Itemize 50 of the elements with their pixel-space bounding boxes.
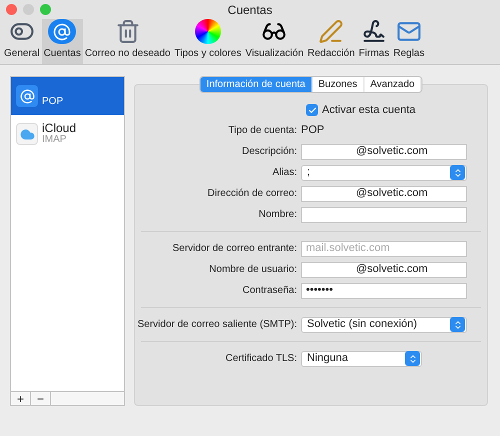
stepper-icon [450, 165, 465, 180]
remove-button[interactable]: − [31, 392, 51, 405]
stepper-icon [450, 317, 465, 332]
add-button[interactable]: + [11, 392, 31, 405]
at-sign-icon [48, 19, 76, 44]
toolbar-tab[interactable]: Correo no deseado [82, 19, 172, 64]
zoom-button[interactable] [40, 4, 51, 15]
checkbox-label: Activar esta cuenta [322, 102, 416, 118]
account-item[interactable]: POP [11, 77, 124, 115]
toolbar-tab[interactable]: Firmas [356, 19, 392, 64]
window-title: Cuentas [228, 2, 272, 18]
select-dropdown[interactable]: Ninguna [301, 350, 422, 366]
account-type-value: POP [301, 123, 324, 138]
input-field[interactable]: @solvetic.com [301, 186, 467, 202]
field-label: Servidor de correo entrante: [171, 242, 298, 256]
field-label: Nombre de usuario: [208, 263, 298, 277]
account-type: POP [42, 96, 64, 108]
account-item[interactable]: iCloud IMAP [11, 115, 124, 153]
input-field[interactable] [301, 206, 467, 222]
toolbar-tab[interactable]: Reglas [391, 19, 426, 64]
input-field[interactable]: mail.solvetic.com [301, 240, 467, 256]
select-dropdown[interactable]: Solvetic (sin conexión) [301, 316, 467, 332]
select-dropdown[interactable]: ; [301, 164, 467, 180]
toolbar-tab[interactable]: General [2, 19, 42, 64]
stepper-icon [405, 351, 420, 366]
field-label: Descripción: [240, 145, 298, 159]
input-field[interactable]: @solvetic.com [301, 262, 467, 278]
input-field[interactable]: ••••••• [301, 282, 467, 298]
field-label: Contraseña: [242, 284, 298, 298]
field-label: Tipo de cuenta: [227, 124, 298, 138]
toolbar-tab[interactable]: Redacción [306, 19, 357, 64]
field-label: Nombre: [258, 208, 298, 222]
close-button[interactable] [6, 4, 17, 15]
account-type: IMAP [42, 134, 68, 146]
toolbar-tab[interactable]: Visualización [243, 19, 306, 64]
input-field[interactable]: @solvetic.com [301, 144, 467, 160]
account-name: iCloud [42, 122, 76, 134]
at-sign-icon [16, 85, 38, 107]
field-label: Alias: [272, 166, 298, 180]
toolbar-tab[interactable]: Tipos y colores [172, 19, 244, 64]
cloud-icon [16, 123, 38, 145]
field-label: Certificado TLS: [224, 352, 298, 366]
field-label: Servidor de correo saliente (SMTP): [136, 318, 298, 332]
tab[interactable]: Buzones [312, 77, 364, 92]
envelope-icon [394, 19, 423, 44]
pencil-icon [317, 19, 346, 44]
color-wheel-icon [194, 19, 221, 44]
toolbar-tab[interactable]: Cuentas [42, 19, 83, 64]
field-label: Dirección de correo: [206, 187, 298, 201]
checkbox[interactable] [306, 104, 318, 116]
